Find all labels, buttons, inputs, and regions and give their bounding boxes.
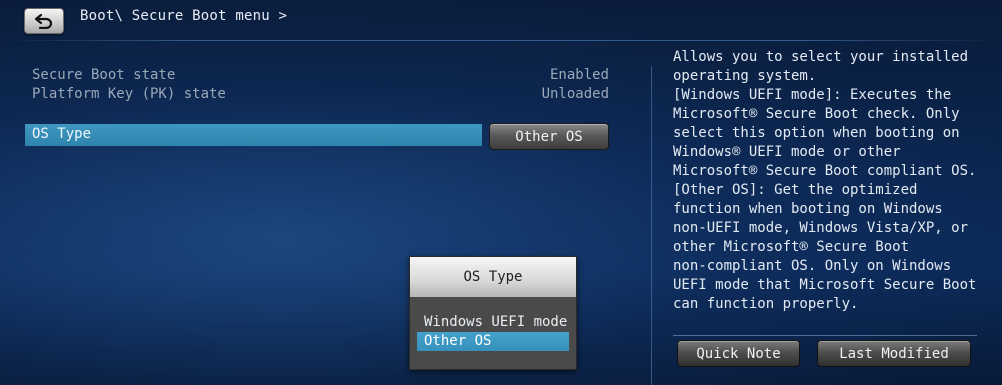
help-line: select this option when booting on bbox=[673, 125, 960, 141]
secure-boot-state-label: Secure Boot state bbox=[32, 67, 176, 83]
help-line: non-compliant OS. Only on Windows bbox=[673, 258, 952, 274]
breadcrumb: Boot\ Secure Boot menu > bbox=[80, 8, 288, 24]
panel-divider bbox=[651, 66, 652, 385]
platform-key-state-label: Platform Key (PK) state bbox=[32, 86, 226, 102]
os-type-popup: OS Type Windows UEFI mode Other OS bbox=[409, 256, 577, 370]
help-line: Allows you to select your installed bbox=[673, 49, 969, 65]
help-line: can function properly. bbox=[673, 296, 859, 312]
help-line: Windows® UEFI mode or other bbox=[673, 144, 901, 160]
help-line: operating system. bbox=[673, 68, 817, 84]
popup-option-windows-uefi[interactable]: Windows UEFI mode bbox=[417, 313, 569, 332]
os-type-label: OS Type bbox=[32, 126, 92, 142]
secure-boot-state-value: Enabled bbox=[549, 67, 609, 83]
help-line: other Microsoft® Secure Boot bbox=[673, 239, 910, 255]
last-modified-button[interactable]: Last Modified bbox=[817, 340, 971, 367]
platform-key-state-value: Unloaded bbox=[541, 86, 609, 102]
secure-boot-state-row: Secure Boot state Enabled bbox=[32, 67, 609, 86]
top-divider bbox=[0, 40, 1002, 41]
help-line: Microsoft® Secure Boot check. Only bbox=[673, 106, 960, 122]
back-arrow-icon bbox=[33, 13, 55, 29]
help-line: function when booting on Windows bbox=[673, 201, 943, 217]
back-button[interactable] bbox=[24, 8, 64, 34]
quick-note-button[interactable]: Quick Note bbox=[677, 340, 800, 367]
os-type-row[interactable]: OS Type bbox=[25, 124, 482, 146]
os-type-select-button[interactable]: Other OS bbox=[489, 123, 609, 150]
help-line: UEFI mode that Microsoft Secure Boot bbox=[673, 277, 977, 293]
help-divider bbox=[673, 335, 977, 336]
help-line: [Other OS]: Get the optimized bbox=[673, 182, 918, 198]
platform-key-state-row: Platform Key (PK) state Unloaded bbox=[32, 86, 609, 105]
help-line: [Windows UEFI mode]: Executes the bbox=[673, 87, 952, 103]
help-line: non-UEFI mode, Windows Vista/XP, or bbox=[673, 220, 969, 236]
help-panel: Allows you to select your installed oper… bbox=[673, 48, 977, 314]
popup-option-other-os[interactable]: Other OS bbox=[417, 332, 569, 351]
popup-title: OS Type bbox=[410, 257, 576, 297]
help-line: Microsoft® Secure Boot compliant OS. bbox=[673, 163, 977, 179]
top-bar: Boot\ Secure Boot menu > bbox=[0, 0, 1002, 40]
